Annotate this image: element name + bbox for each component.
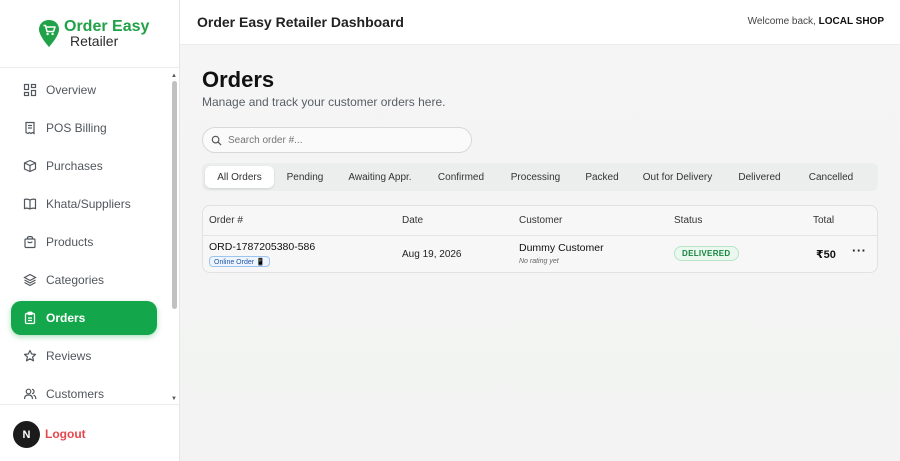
order-status-tabs: All Orders Pending Awaiting Appr. Confir…	[202, 163, 878, 191]
sidebar-item-reviews[interactable]: Reviews	[11, 339, 157, 373]
layers-icon	[23, 273, 37, 287]
table-header-divider	[203, 235, 877, 236]
order-total: ₹50	[816, 249, 836, 261]
page-title: Orders	[202, 67, 275, 92]
tab-delivered[interactable]: Delivered	[727, 166, 792, 188]
orders-table: Order # Date Customer Status Total ORD-1…	[202, 205, 878, 273]
sidebar-item-label: Orders	[46, 311, 86, 325]
customer-rating: No rating yet	[519, 258, 559, 265]
tab-confirmed[interactable]: Confirmed	[427, 166, 495, 188]
sidebar-footer: N Logout	[0, 404, 179, 461]
dashboard-title: Order Easy Retailer Dashboard	[197, 14, 404, 30]
column-header-status: Status	[674, 215, 703, 226]
grid-icon	[23, 83, 37, 97]
sidebar-item-khata-suppliers[interactable]: Khata/Suppliers	[11, 187, 157, 221]
tab-processing[interactable]: Processing	[498, 166, 573, 188]
bag-icon	[24, 235, 36, 249]
users-icon	[23, 388, 37, 400]
sidebar-item-orders[interactable]: Orders	[11, 301, 157, 335]
sidebar-nav: Overview POS Billing Purchases Khata/Sup…	[0, 71, 168, 404]
welcome-prefix: Welcome back,	[747, 16, 819, 27]
sidebar-item-customers[interactable]: Customers	[11, 377, 157, 404]
welcome-message: Welcome back, LOCAL SHOP	[748, 16, 884, 27]
book-icon	[23, 198, 37, 210]
sidebar-item-categories[interactable]: Categories	[11, 263, 157, 297]
order-date: Aug 19, 2026	[402, 249, 462, 260]
tab-pending[interactable]: Pending	[277, 166, 333, 188]
scroll-up-arrow-icon[interactable]: ▲	[171, 73, 177, 79]
sidebar-item-label: POS Billing	[46, 121, 107, 135]
tab-awaiting-approval[interactable]: Awaiting Appr.	[336, 166, 424, 188]
main-content: Orders Manage and track your customer or…	[180, 45, 900, 461]
sidebar-item-pos-billing[interactable]: POS Billing	[11, 111, 157, 145]
scroll-down-arrow-icon[interactable]: ▼	[171, 396, 177, 402]
sidebar-item-label: Khata/Suppliers	[46, 197, 131, 211]
receipt-icon	[25, 121, 35, 135]
search-input[interactable]	[228, 134, 458, 146]
brand-logo[interactable]: Order Easy Retailer	[0, 0, 179, 68]
tab-out-for-delivery[interactable]: Out for Delivery	[631, 166, 724, 188]
sidebar-item-label: Purchases	[46, 159, 103, 173]
star-icon	[23, 349, 37, 362]
clipboard-icon	[24, 311, 36, 325]
search-box[interactable]	[202, 127, 472, 153]
sidebar-item-label: Customers	[46, 387, 105, 401]
sidebar: Order Easy Retailer Overview POS Billing…	[0, 0, 180, 461]
sidebar-scrollbar[interactable]: ▲ ▼	[169, 71, 179, 404]
box-icon	[23, 159, 37, 173]
column-header-total: Total	[813, 215, 835, 226]
sidebar-item-label: Categories	[46, 273, 105, 287]
shopping-cart-pin-icon	[39, 19, 59, 47]
column-header-customer: Customer	[519, 215, 563, 226]
sidebar-item-products[interactable]: Products	[11, 225, 157, 259]
shop-name: LOCAL SHOP	[818, 16, 884, 27]
brand-subtitle: Retailer	[70, 32, 119, 49]
sidebar-item-purchases[interactable]: Purchases	[11, 149, 157, 183]
tab-packed[interactable]: Packed	[576, 166, 628, 188]
sidebar-item-label: Reviews	[46, 349, 92, 363]
logout-button[interactable]: Logout	[45, 427, 86, 441]
brand-name: Order Easy	[64, 17, 150, 35]
sidebar-item-overview[interactable]: Overview	[11, 73, 157, 107]
scrollbar-thumb[interactable]	[172, 81, 177, 309]
search-icon	[211, 135, 222, 146]
online-order-badge: Online Order 📱	[209, 256, 270, 267]
n-avatar-icon[interactable]: N	[13, 421, 40, 448]
tab-cancelled[interactable]: Cancelled	[795, 166, 867, 188]
more-actions-icon[interactable]: ···	[852, 243, 867, 258]
tab-all-orders[interactable]: All Orders	[205, 166, 274, 188]
sidebar-item-label: Overview	[46, 83, 97, 97]
sidebar-item-label: Products	[46, 235, 94, 249]
column-header-order: Order #	[209, 215, 243, 226]
top-bar: Order Easy Retailer Dashboard Welcome ba…	[180, 0, 900, 45]
page-subtitle: Manage and track your customer orders he…	[202, 95, 446, 109]
status-badge: DELIVERED	[674, 246, 739, 261]
customer-name: Dummy Customer	[519, 242, 604, 254]
order-number[interactable]: ORD-1787205380-586	[209, 241, 315, 253]
column-header-date: Date	[402, 215, 424, 226]
